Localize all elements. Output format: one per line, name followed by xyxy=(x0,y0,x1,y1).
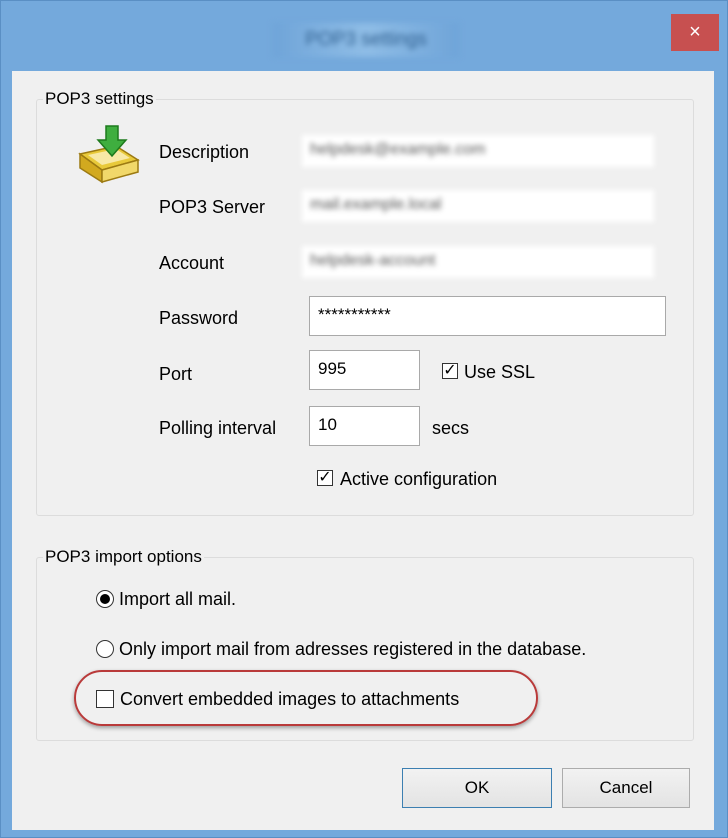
ok-button[interactable]: OK xyxy=(402,768,552,808)
checkmark-icon: ✓ xyxy=(318,469,332,486)
active-configuration-checkbox[interactable]: ✓ xyxy=(317,470,333,486)
port-field[interactable]: 995 xyxy=(309,350,420,390)
password-field[interactable]: *********** xyxy=(309,296,666,336)
window-title: POP3 settings xyxy=(273,23,459,57)
import-registered-radio[interactable] xyxy=(96,640,114,658)
pop3-settings-group-label: POP3 settings xyxy=(43,89,156,109)
password-label: Password xyxy=(159,308,239,328)
convert-images-label[interactable]: Convert embedded images to attachments xyxy=(120,687,459,711)
checkmark-icon: ✓ xyxy=(443,362,457,379)
active-configuration-label[interactable]: Active configuration xyxy=(340,467,497,491)
import-all-radio[interactable] xyxy=(96,590,114,608)
import-all-label[interactable]: Import all mail. xyxy=(119,587,236,611)
port-label: Port xyxy=(159,364,193,384)
polling-interval-label: Polling interval xyxy=(159,418,277,438)
description-field[interactable]: helpdesk@example.com xyxy=(302,135,654,167)
cancel-button[interactable]: Cancel xyxy=(562,768,690,808)
close-button[interactable]: × xyxy=(671,14,719,51)
mail-inbox-icon xyxy=(78,125,140,184)
pop3-server-field[interactable]: mail.example.local xyxy=(302,190,654,222)
account-label: Account xyxy=(159,253,225,273)
use-ssl-checkbox[interactable]: ✓ xyxy=(442,363,458,379)
polling-unit-label: secs xyxy=(432,418,470,438)
import-registered-label[interactable]: Only import mail from adresses registere… xyxy=(119,637,586,661)
close-icon: × xyxy=(689,21,701,43)
import-options-group-label: POP3 import options xyxy=(43,547,204,567)
title-bar[interactable]: POP3 settings × xyxy=(1,1,727,73)
polling-interval-field[interactable]: 10 xyxy=(309,406,420,446)
dialog-content: POP3 settings Description helpdesk@examp… xyxy=(12,71,714,830)
description-label: Description xyxy=(159,142,250,162)
use-ssl-label[interactable]: Use SSL xyxy=(464,360,535,384)
pop3-server-label: POP3 Server xyxy=(159,197,266,217)
convert-images-checkbox[interactable] xyxy=(96,690,114,708)
account-field[interactable]: helpdesk-account xyxy=(302,246,654,278)
